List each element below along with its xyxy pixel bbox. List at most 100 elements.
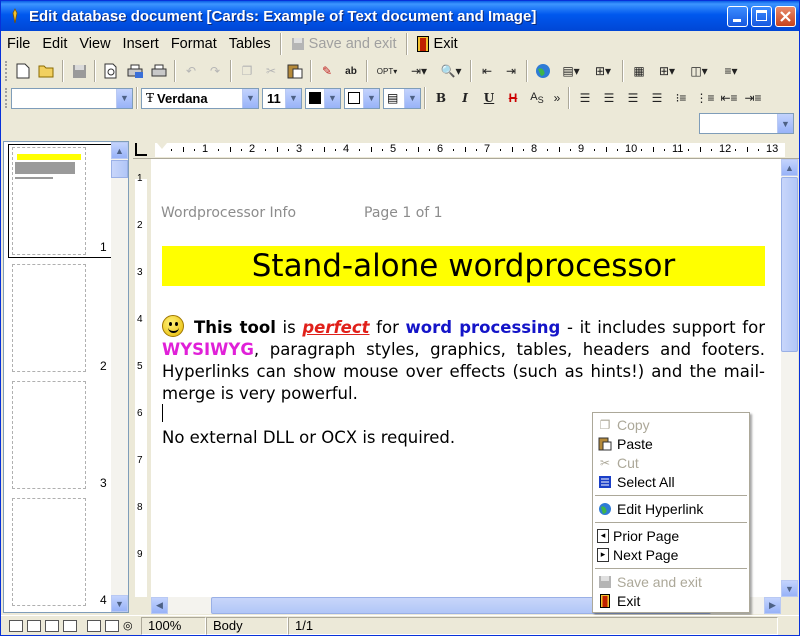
thumbnail-page[interactable]: [12, 147, 86, 255]
next-page-tool-button[interactable]: ⇥: [500, 60, 522, 82]
scroll-thumb[interactable]: [781, 177, 798, 352]
replace-button[interactable]: ab: [340, 60, 362, 82]
align-justify-button[interactable]: ☰: [622, 87, 644, 109]
numbered-list-button[interactable]: ⋮≡: [694, 87, 716, 109]
normal-view-icon[interactable]: [9, 619, 23, 632]
table-layout-dropdown[interactable]: ◫▾: [684, 60, 714, 82]
underline-button[interactable]: U: [478, 87, 500, 109]
toolbar-grip[interactable]: [5, 61, 8, 81]
table-borders-dropdown[interactable]: ⊞▾: [652, 60, 682, 82]
paste-button[interactable]: [284, 60, 306, 82]
menu-format[interactable]: Format: [165, 33, 223, 55]
thumbnail-page[interactable]: [12, 264, 86, 372]
format-painter-button[interactable]: ✎: [316, 60, 338, 82]
scroll-up-button[interactable]: ▲: [111, 142, 128, 159]
size-combo[interactable]: 11 ▼: [262, 87, 302, 109]
print-view-icon[interactable]: [87, 619, 101, 632]
toolbar-overflow-button[interactable]: »: [550, 87, 564, 109]
thumbnails-scrollbar[interactable]: ▲ ▼: [111, 142, 128, 612]
chevron-down-icon[interactable]: ▼: [242, 88, 258, 108]
hyperlink-perfect[interactable]: perfect: [302, 318, 369, 337]
font-combo[interactable]: Ŧ Verdana ▼: [141, 87, 259, 109]
align-left-button[interactable]: ☰: [574, 87, 596, 109]
field-dropdown-button[interactable]: OPT▾: [372, 60, 402, 82]
ctx-select-all[interactable]: Select All: [593, 472, 749, 491]
ctx-next-page[interactable]: ▸ Next Page: [593, 545, 749, 564]
page-view-icon[interactable]: [27, 619, 41, 632]
eye-icon[interactable]: ◎: [123, 619, 133, 632]
strikeout-button[interactable]: H: [502, 87, 524, 109]
scroll-down-button[interactable]: ▼: [111, 595, 128, 612]
toolbar-grip[interactable]: [5, 88, 8, 108]
copy-button[interactable]: ❐: [236, 60, 258, 82]
chevron-down-icon[interactable]: ▼: [363, 88, 379, 108]
outline-view-icon[interactable]: [45, 619, 59, 632]
scroll-right-button[interactable]: ▶: [764, 597, 781, 614]
insert-table-button[interactable]: ▦: [628, 60, 650, 82]
scroll-up-button[interactable]: ▲: [781, 159, 798, 176]
horizontal-ruler[interactable]: 1 2 3 4 5 6 7 8 9 10 11 12 13: [133, 141, 799, 159]
ctx-prior-page[interactable]: ◂ Prior Page: [593, 526, 749, 545]
prior-page-tool-button[interactable]: ⇤: [476, 60, 498, 82]
ctx-cut[interactable]: ✂ Cut: [593, 453, 749, 472]
thumbnail-page[interactable]: [12, 498, 86, 606]
print-button[interactable]: [148, 60, 170, 82]
chevron-down-icon[interactable]: ▼: [324, 88, 340, 108]
redo-button[interactable]: ↷: [204, 60, 226, 82]
scroll-left-button[interactable]: ◀: [151, 597, 168, 614]
scroll-thumb[interactable]: [111, 160, 128, 178]
increase-indent-button[interactable]: ⇥≡: [742, 87, 764, 109]
scroll-down-button[interactable]: ▼: [781, 580, 798, 597]
print-preview-button[interactable]: [100, 60, 122, 82]
menu-tables[interactable]: Tables: [223, 33, 277, 55]
italic-button[interactable]: I: [454, 87, 476, 109]
ctx-edit-hyperlink[interactable]: Edit Hyperlink: [593, 499, 749, 518]
save-button[interactable]: [68, 60, 90, 82]
undo-button[interactable]: ↶: [180, 60, 202, 82]
decrease-indent-button[interactable]: ⇤≡: [718, 87, 740, 109]
table-rows-dropdown[interactable]: ≡▾: [716, 60, 746, 82]
border-combo[interactable]: ▤ ▼: [383, 87, 421, 109]
chevron-down-icon[interactable]: ▼: [777, 114, 793, 133]
vertical-ruler[interactable]: 1 2 3 4 5 6 7 8 9: [133, 159, 149, 597]
chevron-down-icon[interactable]: ▼: [116, 88, 132, 108]
web-view-icon[interactable]: [63, 619, 77, 632]
font-color-combo[interactable]: ▼: [305, 87, 341, 109]
thumbnail-page[interactable]: [12, 381, 86, 489]
open-button[interactable]: [36, 60, 58, 82]
insert-dropdown-button[interactable]: ⇥▾: [404, 60, 434, 82]
left-indent-marker[interactable]: [157, 143, 167, 149]
menu-edit[interactable]: Edit: [36, 33, 73, 55]
minimize-button[interactable]: [727, 6, 748, 27]
close-button[interactable]: [775, 6, 796, 27]
align-right-button[interactable]: ☰: [646, 87, 668, 109]
thumbnail-view-icon[interactable]: [105, 619, 119, 632]
cut-button[interactable]: ✂: [260, 60, 282, 82]
menu-exit[interactable]: Exit: [411, 33, 464, 55]
insert-field-dropdown[interactable]: ⊞▾: [588, 60, 618, 82]
title-bar[interactable]: Edit database document [Cards: Example o…: [1, 1, 799, 31]
subscript-button[interactable]: AS: [526, 87, 548, 109]
tab-type-selector[interactable]: [135, 143, 147, 156]
highlight-color-combo[interactable]: ▼: [344, 87, 380, 109]
align-center-button[interactable]: ☰: [598, 87, 620, 109]
menu-save-exit[interactable]: Save and exit: [285, 33, 403, 55]
chevron-down-icon[interactable]: ▼: [404, 88, 420, 108]
document-vertical-scrollbar[interactable]: ▲ ▼: [781, 159, 798, 597]
style-combo[interactable]: ▼: [11, 87, 133, 109]
bold-button[interactable]: B: [430, 87, 452, 109]
maximize-button[interactable]: [751, 6, 772, 27]
ctx-save-exit[interactable]: Save and exit: [593, 572, 749, 591]
ctx-paste[interactable]: Paste: [593, 434, 749, 453]
zoom-combo[interactable]: ▼: [699, 113, 794, 134]
menu-insert[interactable]: Insert: [117, 33, 165, 55]
hyperlink-button[interactable]: [532, 60, 554, 82]
ctx-copy[interactable]: ❐ Copy: [593, 415, 749, 434]
insert-object-dropdown[interactable]: ▤▾: [556, 60, 586, 82]
menu-view[interactable]: View: [73, 33, 116, 55]
bullet-list-button[interactable]: ⁝≡: [670, 87, 692, 109]
ctx-exit[interactable]: Exit: [593, 591, 749, 610]
menu-file[interactable]: File: [1, 33, 36, 55]
find-dropdown-button[interactable]: 🔍▾: [436, 60, 466, 82]
new-document-button[interactable]: [12, 60, 34, 82]
